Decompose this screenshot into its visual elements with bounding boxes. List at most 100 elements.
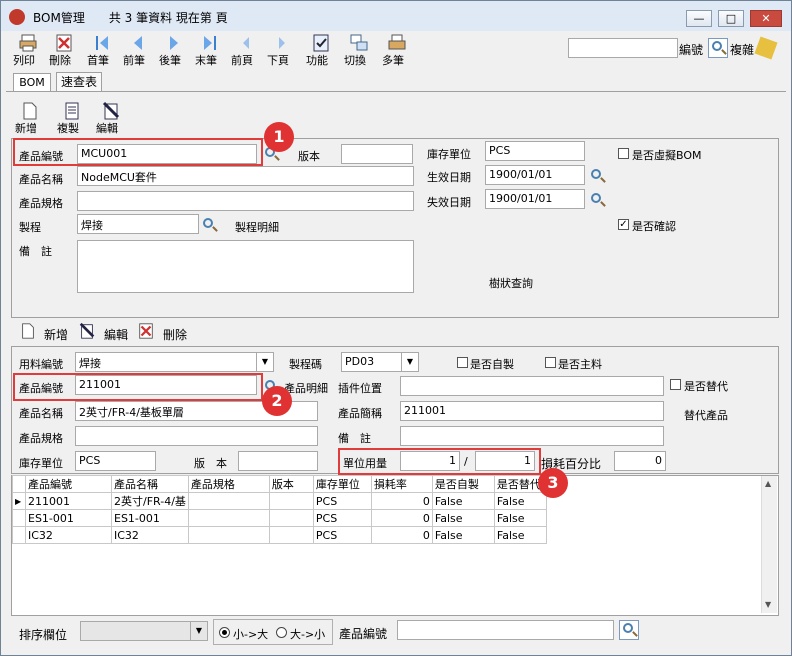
scroll-down-icon[interactable]: ▼ <box>765 600 771 609</box>
detail-edit-button[interactable] <box>78 321 98 343</box>
row-selector[interactable] <box>12 526 26 544</box>
material-code-select[interactable]: 焊接 ▼ <box>75 352 274 372</box>
substitute-products-link[interactable]: 替代產品 <box>684 407 728 423</box>
main-material-label: 是否主料 <box>558 358 602 371</box>
expire-date-input[interactable]: 1900/01/01 <box>485 189 585 209</box>
header-name-input[interactable]: NodeMCU套件 <box>77 166 414 186</box>
header-process-input[interactable]: 焊接 <box>77 214 199 234</box>
delete-button[interactable]: 刪除 <box>49 33 79 67</box>
row-selector-arrow[interactable]: ▶ <box>12 492 26 510</box>
col-version[interactable]: 版本 <box>268 475 314 493</box>
detail-remark-input[interactable] <box>400 426 664 446</box>
col-loss-rate[interactable]: 損耗率 <box>370 475 433 493</box>
cell-unit: PCS <box>312 526 372 544</box>
detail-add-button[interactable] <box>19 321 39 343</box>
sort-asc-radio[interactable] <box>219 627 230 638</box>
table-row[interactable]: IC32 IC32 PCS 0 False False <box>12 526 547 544</box>
annotation-badge-2: 2 <box>262 386 292 416</box>
minimize-button[interactable]: — <box>686 10 712 27</box>
search-icon <box>712 41 722 51</box>
confirmed-checkbox[interactable]: ✓ <box>618 219 629 230</box>
footer-code-input[interactable] <box>397 620 614 640</box>
detail-add-label[interactable]: 新增 <box>44 326 68 343</box>
detail-unit-input[interactable]: PCS <box>75 451 156 471</box>
detail-delete-label[interactable]: 刪除 <box>163 326 187 343</box>
header-process-label: 製程 <box>19 221 41 234</box>
copy-document-icon <box>65 102 79 120</box>
toolbar-search-button[interactable] <box>708 38 728 58</box>
maximize-button[interactable]: □ <box>718 10 744 27</box>
expire-date-search-icon[interactable] <box>591 193 601 203</box>
tab-divider <box>6 91 786 92</box>
tab-quick-lookup[interactable]: 速查表 <box>56 72 102 92</box>
process-code-value: PD03 <box>345 355 375 368</box>
header-unit-input[interactable]: PCS <box>485 141 585 161</box>
slot-input[interactable] <box>400 376 664 396</box>
tree-query-link[interactable]: 樹狀查詢 <box>489 275 533 291</box>
window-title-text: BOM管理 <box>33 11 85 25</box>
row-selector[interactable] <box>12 509 26 527</box>
product-detail-link[interactable]: 產品明細 <box>284 380 328 396</box>
main-material-checkbox[interactable] <box>545 357 556 368</box>
sort-desc-radio[interactable] <box>276 627 287 638</box>
bom-edit-button[interactable]: 編輯 <box>96 101 126 135</box>
cell-product-spec <box>187 526 270 544</box>
self-made-checkbox[interactable] <box>457 357 468 368</box>
cell-loss-rate: 0 <box>370 492 433 510</box>
cell-product-name: 2英寸/FR-4/基 <box>111 492 189 510</box>
confirmed-label: 是否確認 <box>632 220 676 233</box>
close-button[interactable]: ✕ <box>750 10 782 27</box>
header-version-input[interactable] <box>341 144 413 164</box>
complex-search-icon[interactable] <box>754 36 778 60</box>
delete-label: 刪除 <box>49 54 71 67</box>
next-record-button[interactable]: 後筆 <box>159 33 189 67</box>
col-unit[interactable]: 庫存單位 <box>312 475 372 493</box>
process-detail-link[interactable]: 製程明細 <box>235 219 279 235</box>
effective-date-input[interactable]: 1900/01/01 <box>485 165 585 185</box>
first-record-button[interactable]: 首筆 <box>87 33 117 67</box>
highlight-box-1 <box>13 138 263 166</box>
header-remark-textarea[interactable] <box>77 240 414 293</box>
virtual-bom-checkbox[interactable] <box>618 148 629 159</box>
substitute-checkbox[interactable] <box>670 379 681 390</box>
table-row[interactable]: ES1-001 ES1-001 PCS 0 False False <box>12 509 547 527</box>
col-product-spec[interactable]: 產品規格 <box>187 475 270 493</box>
tab-bom[interactable]: BOM <box>13 73 51 92</box>
detail-edit-label[interactable]: 編輯 <box>104 326 128 343</box>
last-record-button[interactable]: 末筆 <box>195 33 225 67</box>
next-label: 後筆 <box>159 54 181 67</box>
multi-button[interactable]: 多筆 <box>382 33 412 67</box>
process-search-icon[interactable] <box>203 218 213 228</box>
scroll-up-icon[interactable]: ▲ <box>765 479 771 488</box>
short-name-input[interactable]: 211001 <box>400 401 664 421</box>
grid-scrollbar[interactable]: ▲ ▼ <box>761 476 777 613</box>
edit-document-icon <box>102 101 120 120</box>
header-spec-input[interactable] <box>77 191 414 211</box>
col-product-name[interactable]: 產品名稱 <box>111 475 189 493</box>
col-self-made[interactable]: 是否自製 <box>431 475 495 493</box>
function-button[interactable]: 功能 <box>306 33 336 67</box>
process-code-select[interactable]: PD03 ▼ <box>341 352 419 372</box>
highlight-box-2 <box>13 373 263 401</box>
bom-copy-label: 複製 <box>57 122 79 135</box>
next-page-button[interactable]: 下頁 <box>267 33 297 67</box>
new-document-icon <box>23 102 37 120</box>
footer-search-button[interactable] <box>619 620 639 640</box>
effective-date-search-icon[interactable] <box>591 169 601 179</box>
bom-add-button[interactable]: 新增 <box>15 101 45 135</box>
cell-version <box>268 492 314 510</box>
detail-version-input[interactable] <box>238 451 318 471</box>
col-product-code[interactable]: 產品編號 <box>25 475 112 493</box>
header-name-label: 產品名稱 <box>19 173 63 186</box>
prev-record-button[interactable]: 前筆 <box>123 33 153 67</box>
toolbar-search-input[interactable] <box>568 38 678 58</box>
detail-delete-button[interactable] <box>137 321 157 343</box>
loss-percent-input[interactable]: 0 <box>614 451 666 471</box>
print-button[interactable]: 列印 <box>13 33 43 67</box>
bom-copy-button[interactable]: 複製 <box>57 101 87 135</box>
detail-spec-input[interactable] <box>75 426 318 446</box>
table-row[interactable]: ▶ 211001 2英寸/FR-4/基 PCS 0 False False <box>12 492 547 510</box>
sort-field-select[interactable]: ▼ <box>80 621 208 641</box>
prev-page-button[interactable]: 前頁 <box>231 33 261 67</box>
switch-button[interactable]: 切換 <box>344 33 374 67</box>
